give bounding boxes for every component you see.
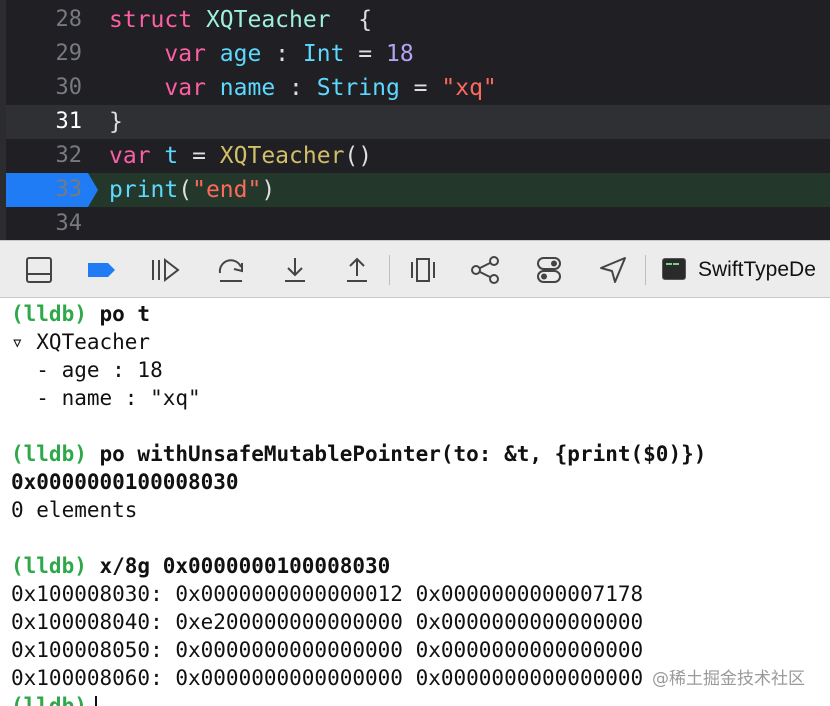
- console-line: (lldb) x/8g 0x0000000100008030: [11, 552, 390, 580]
- toolbar-separator: [645, 255, 646, 285]
- console-line: 0x100008030: 0x0000000000000012 0x000000…: [11, 580, 643, 608]
- lldb-prompt: (lldb): [11, 442, 87, 466]
- code-token: print: [109, 177, 179, 203]
- code-text: }: [109, 105, 123, 139]
- code-token: ): [261, 177, 276, 203]
- code-line[interactable]: 31}: [6, 105, 830, 139]
- lldb-console[interactable]: (lldb) po t ▿ XQTeacher - age : 18 - name…: [0, 298, 830, 706]
- console-text: - name : "xq": [11, 386, 201, 410]
- code-line[interactable]: 33 print("end"): [6, 173, 830, 207]
- line-number[interactable]: 34: [6, 207, 83, 240]
- code-text: var t = XQTeacher(): [109, 139, 372, 173]
- code-token: (): [344, 143, 373, 169]
- console-line: 0x0000000100008030: [11, 468, 239, 496]
- console-text: po withUnsafeMutablePointer(to: &t, {pri…: [86, 442, 707, 466]
- code-token: var: [109, 143, 165, 169]
- console-text: ▿ XQTeacher: [11, 330, 151, 354]
- code-token: name: [219, 75, 290, 101]
- continue-icon[interactable]: [150, 255, 180, 285]
- console-line: 0x100008050: 0x0000000000000000 0x000000…: [11, 636, 643, 664]
- code-line[interactable]: 28 struct XQTeacher {: [6, 3, 830, 37]
- console-text: 0x0000000100008030: [11, 470, 239, 494]
- simulate-location-icon[interactable]: [598, 255, 628, 285]
- lldb-prompt: (lldb): [11, 694, 87, 706]
- environment-overrides-icon[interactable]: [534, 255, 564, 285]
- watermark: @稀土掘金技术社区: [652, 669, 805, 689]
- line-number[interactable]: 30: [6, 71, 83, 105]
- code-token: var: [164, 41, 220, 67]
- debug-memory-graph-icon[interactable]: [470, 255, 500, 285]
- console-line: - age : 18: [11, 356, 163, 384]
- console-text: 0x100008040: 0xe200000000000000 0x000000…: [11, 610, 644, 634]
- console-text: 0 elements: [11, 498, 138, 522]
- code-token: =: [358, 41, 386, 67]
- step-out-icon[interactable]: [342, 255, 372, 285]
- toolbar-separator: [389, 255, 390, 285]
- console-line: (lldb) po t: [11, 300, 150, 328]
- console-text: 0x100008050: 0x0000000000000000 0x000000…: [11, 638, 644, 662]
- code-line[interactable]: 32 var t = XQTeacher(): [6, 139, 830, 173]
- debug-toolbar: SwiftTypeDe: [0, 240, 830, 298]
- code-token: :: [275, 41, 303, 67]
- terminal-icon: [662, 258, 686, 280]
- console-line: ▿ XQTeacher: [11, 328, 150, 356]
- code-token: String: [316, 75, 414, 101]
- code-token: "xq": [441, 75, 497, 101]
- console-line: (lldb): [11, 692, 97, 706]
- line-number[interactable]: 29: [6, 37, 83, 71]
- code-text: print("end"): [109, 173, 275, 207]
- source-editor[interactable]: 28 struct XQTeacher {29 var age : Int = 1…: [0, 0, 830, 240]
- console-text: 0x100008030: 0x0000000000000012 0x000000…: [11, 582, 644, 606]
- code-token: 18: [385, 41, 414, 67]
- code-token: =: [413, 75, 442, 101]
- console-text: x/8g 0x0000000100008030: [86, 554, 391, 578]
- code-token: (: [178, 177, 193, 203]
- code-line[interactable]: 29 var age : Int = 18: [6, 37, 830, 71]
- console-line: - name : "xq": [11, 384, 201, 412]
- code-text: struct XQTeacher {: [109, 3, 372, 37]
- debug-view-hierarchy-icon[interactable]: [408, 255, 438, 285]
- code-token: Int: [302, 41, 359, 67]
- console-text: - age : 18: [11, 358, 163, 382]
- line-number[interactable]: 28: [6, 3, 83, 37]
- code-token: {: [330, 7, 373, 33]
- code-line[interactable]: 30 var name : String = "xq": [6, 71, 830, 105]
- code-token: struct: [109, 7, 206, 33]
- console-text: 0x100008060: 0x0000000000000000 0x000000…: [11, 666, 644, 690]
- breakpoints-toggle-icon[interactable]: [86, 255, 116, 285]
- console-line: 0x100008060: 0x0000000000000000 0x000000…: [11, 664, 643, 692]
- code-text: var name : String = "xq": [109, 71, 497, 105]
- code-token: =: [192, 143, 220, 169]
- line-number[interactable]: 31: [6, 105, 83, 139]
- console-line: 0x100008040: 0xe200000000000000 0x000000…: [11, 608, 643, 636]
- step-into-icon[interactable]: [280, 255, 310, 285]
- lldb-prompt: (lldb): [11, 302, 87, 326]
- code-token: var: [164, 75, 220, 101]
- lldb-prompt: (lldb): [11, 554, 87, 578]
- text-cursor: [94, 696, 97, 706]
- code-line[interactable]: 34: [6, 207, 830, 240]
- step-over-icon[interactable]: [216, 255, 246, 285]
- code-token: :: [289, 75, 317, 101]
- code-token: XQTeacher: [205, 7, 331, 33]
- line-number[interactable]: 33: [6, 173, 83, 207]
- code-token: t: [164, 143, 193, 169]
- code-token: }: [109, 109, 123, 135]
- console-line: 0 elements: [11, 496, 137, 524]
- target-name: SwiftTypeDe: [698, 258, 816, 281]
- code-token: "end": [192, 177, 262, 203]
- hide-debug-area-icon[interactable]: [24, 255, 54, 285]
- line-number[interactable]: 32: [6, 139, 83, 173]
- code-text: var age : Int = 18: [109, 37, 414, 71]
- code-token: age: [219, 41, 276, 67]
- console-text: po t: [86, 302, 151, 326]
- console-line: (lldb) po withUnsafeMutablePointer(to: &…: [11, 440, 706, 468]
- code-token: XQTeacher: [219, 143, 345, 169]
